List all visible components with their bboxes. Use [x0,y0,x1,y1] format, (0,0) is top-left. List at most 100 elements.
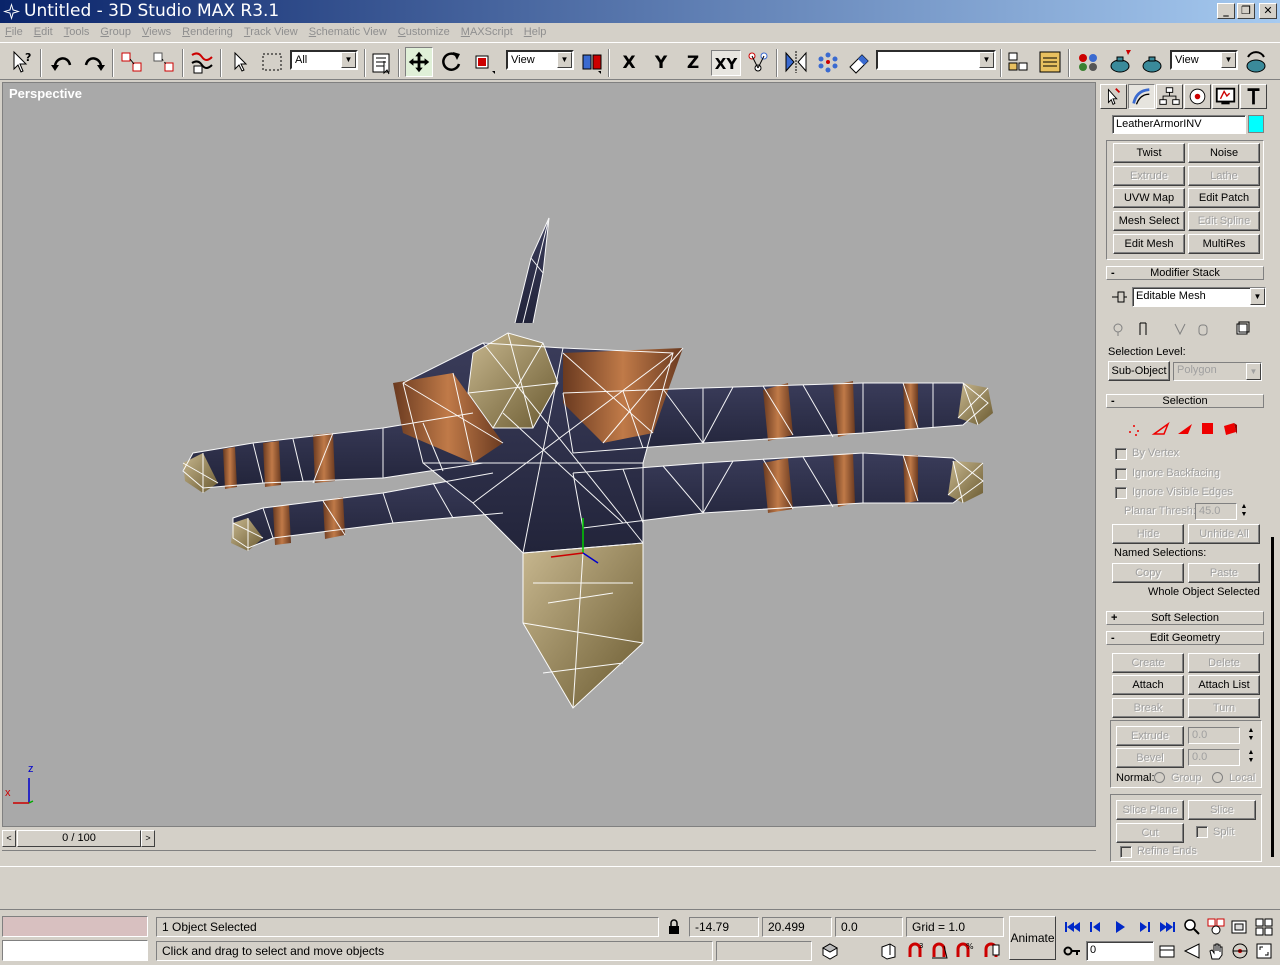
modifier-button-uvw-map[interactable]: UVW Map [1113,188,1185,208]
spinner-snap-icon[interactable] [982,941,1002,961]
sub-object-level-dropdown[interactable]: Polygon ▼ [1173,362,1262,381]
motion-tab[interactable] [1184,84,1211,109]
go-to-start-icon[interactable] [1062,917,1082,937]
select-and-rotate-icon[interactable] [437,47,465,77]
unlink-selection-icon[interactable] [150,47,178,77]
menu-views[interactable]: Views [137,23,177,41]
current-frame-field[interactable]: 0 [1086,941,1154,961]
time-next-button[interactable]: > [141,830,155,847]
degradation-override-icon[interactable] [820,941,840,961]
sub-object-button[interactable]: Sub-Object [1108,361,1170,381]
modifier-button-edit-mesh[interactable]: Edit Mesh [1113,234,1185,254]
slice-plane-button[interactable]: Slice Plane [1116,800,1184,820]
track-view-icon[interactable] [1004,47,1032,77]
refine-ends-checkbox[interactable] [1120,846,1132,858]
menu-help[interactable]: Help [519,23,553,41]
menu-group[interactable]: Group [95,23,137,41]
create-tab[interactable] [1100,84,1127,109]
select-and-scale-icon[interactable] [469,47,497,77]
named-selection-dropdown[interactable]: ▼ [876,50,996,70]
extrude-button[interactable]: Extrude [1116,726,1184,746]
create-button[interactable]: Create [1112,653,1184,673]
selection-rollout[interactable]: - Selection [1106,394,1264,408]
key-mode-icon[interactable] [1062,941,1082,961]
modifier-button-mesh-select[interactable]: Mesh Select [1113,211,1185,231]
normal-local-radio[interactable] [1212,772,1223,783]
soft-selection-rollout[interactable]: + Soft Selection [1106,611,1264,625]
menu-maxscript[interactable]: MAXScript [456,23,519,41]
modify-tab[interactable] [1128,84,1155,109]
use-pivot-point-icon[interactable] [578,47,606,77]
wireframe-mesh-model[interactable] [3,83,1096,827]
slice-button[interactable]: Slice [1188,800,1256,820]
time-slider-thumb[interactable]: 0 / 100 [17,830,141,847]
viewport-label[interactable]: Perspective [9,86,82,101]
modifier-button-twist[interactable]: Twist [1113,143,1185,163]
zoom-extents-icon[interactable] [1230,917,1250,937]
hierarchy-tab[interactable] [1156,84,1183,109]
attach-button[interactable]: Attach [1112,675,1184,695]
cut-button[interactable]: Cut [1116,823,1184,843]
bevel-button[interactable]: Bevel [1116,748,1184,768]
restrict-xy-button[interactable]: XY [711,50,741,76]
maxscript-listener-field[interactable] [2,916,148,937]
previous-frame-icon[interactable] [1086,917,1106,937]
split-checkbox[interactable] [1196,826,1208,838]
command-panel-scrollbar[interactable] [1270,82,1276,862]
minimize-button[interactable]: _ [1217,3,1235,19]
bevel-amount-field[interactable]: 0.0 [1188,749,1240,766]
arc-rotate-icon[interactable] [1230,941,1250,961]
time-prev-button[interactable]: < [2,830,16,847]
align-icon[interactable] [846,47,874,77]
by-vertex-checkbox[interactable] [1115,448,1127,460]
bevel-spinner[interactable]: ▲ ▼ [1246,749,1256,766]
mirror-icon[interactable] [782,47,810,77]
menu-track-view[interactable]: Track View [239,23,304,41]
select-by-name-icon[interactable] [368,47,396,77]
zoom-all-icon[interactable] [1206,917,1226,937]
zoom-icon[interactable] [1182,917,1202,937]
utilities-tab[interactable] [1240,84,1267,109]
z-coordinate-field[interactable]: 0.0 [835,917,903,937]
attach-list-button[interactable]: Attach List [1188,675,1260,695]
modifier-button-edit-patch[interactable]: Edit Patch [1188,188,1260,208]
window-crossing-icon[interactable] [878,941,898,961]
next-frame-icon[interactable] [1134,917,1154,937]
menu-rendering[interactable]: Rendering [177,23,239,41]
rectangular-selection-icon[interactable] [258,47,286,77]
angle-snap-icon[interactable] [930,941,950,961]
unhide-all-button[interactable]: Unhide All [1188,524,1260,544]
time-config-icon[interactable] [1158,941,1178,961]
modifier-button-noise[interactable]: Noise [1188,143,1260,163]
ignore-visible-edges-checkbox[interactable] [1115,487,1127,499]
inverse-kinematics-icon[interactable] [744,47,772,77]
render-type-dropdown[interactable]: View ▼ [1170,50,1238,70]
x-coordinate-field[interactable]: -14.79 [689,917,759,937]
break-button[interactable]: Break [1112,698,1184,718]
help-pointer-icon[interactable]: ? [8,47,36,77]
copy-button[interactable]: Copy [1112,563,1184,583]
modifier-button-multires[interactable]: MultiRes [1188,234,1260,254]
undo-icon[interactable] [48,47,76,77]
close-button[interactable]: ✕ [1259,3,1277,19]
modifier-button-edit-spline[interactable]: Edit Spline [1188,211,1260,231]
menu-tools[interactable]: Tools [59,23,96,41]
percent-snap-icon[interactable]: % [954,941,974,961]
maximize-viewport-icon[interactable] [1254,941,1274,961]
animate-button[interactable]: Animate [1009,916,1056,960]
time-slider[interactable]: < 0 / 100 > [2,830,1096,848]
track-bar[interactable] [2,850,1096,864]
lock-selection-icon[interactable] [664,917,684,937]
selection-filter-dropdown[interactable]: All ▼ [290,50,358,70]
menu-schematic-view[interactable]: Schematic View [304,23,393,41]
redo-icon[interactable] [80,47,108,77]
zoom-extents-all-icon[interactable] [1254,917,1274,937]
perspective-viewport[interactable]: Perspective z x [2,82,1096,827]
y-coordinate-field[interactable]: 20.499 [762,917,832,937]
planar-thresh-spinner[interactable]: ▲ ▼ [1239,503,1249,520]
restrict-x-button[interactable]: X [616,50,642,76]
modifier-button-lathe[interactable]: Lathe [1188,166,1260,186]
select-object-icon[interactable] [226,47,254,77]
field-of-view-icon[interactable] [1182,941,1202,961]
extrude-amount-field[interactable]: 0.0 [1188,727,1240,744]
